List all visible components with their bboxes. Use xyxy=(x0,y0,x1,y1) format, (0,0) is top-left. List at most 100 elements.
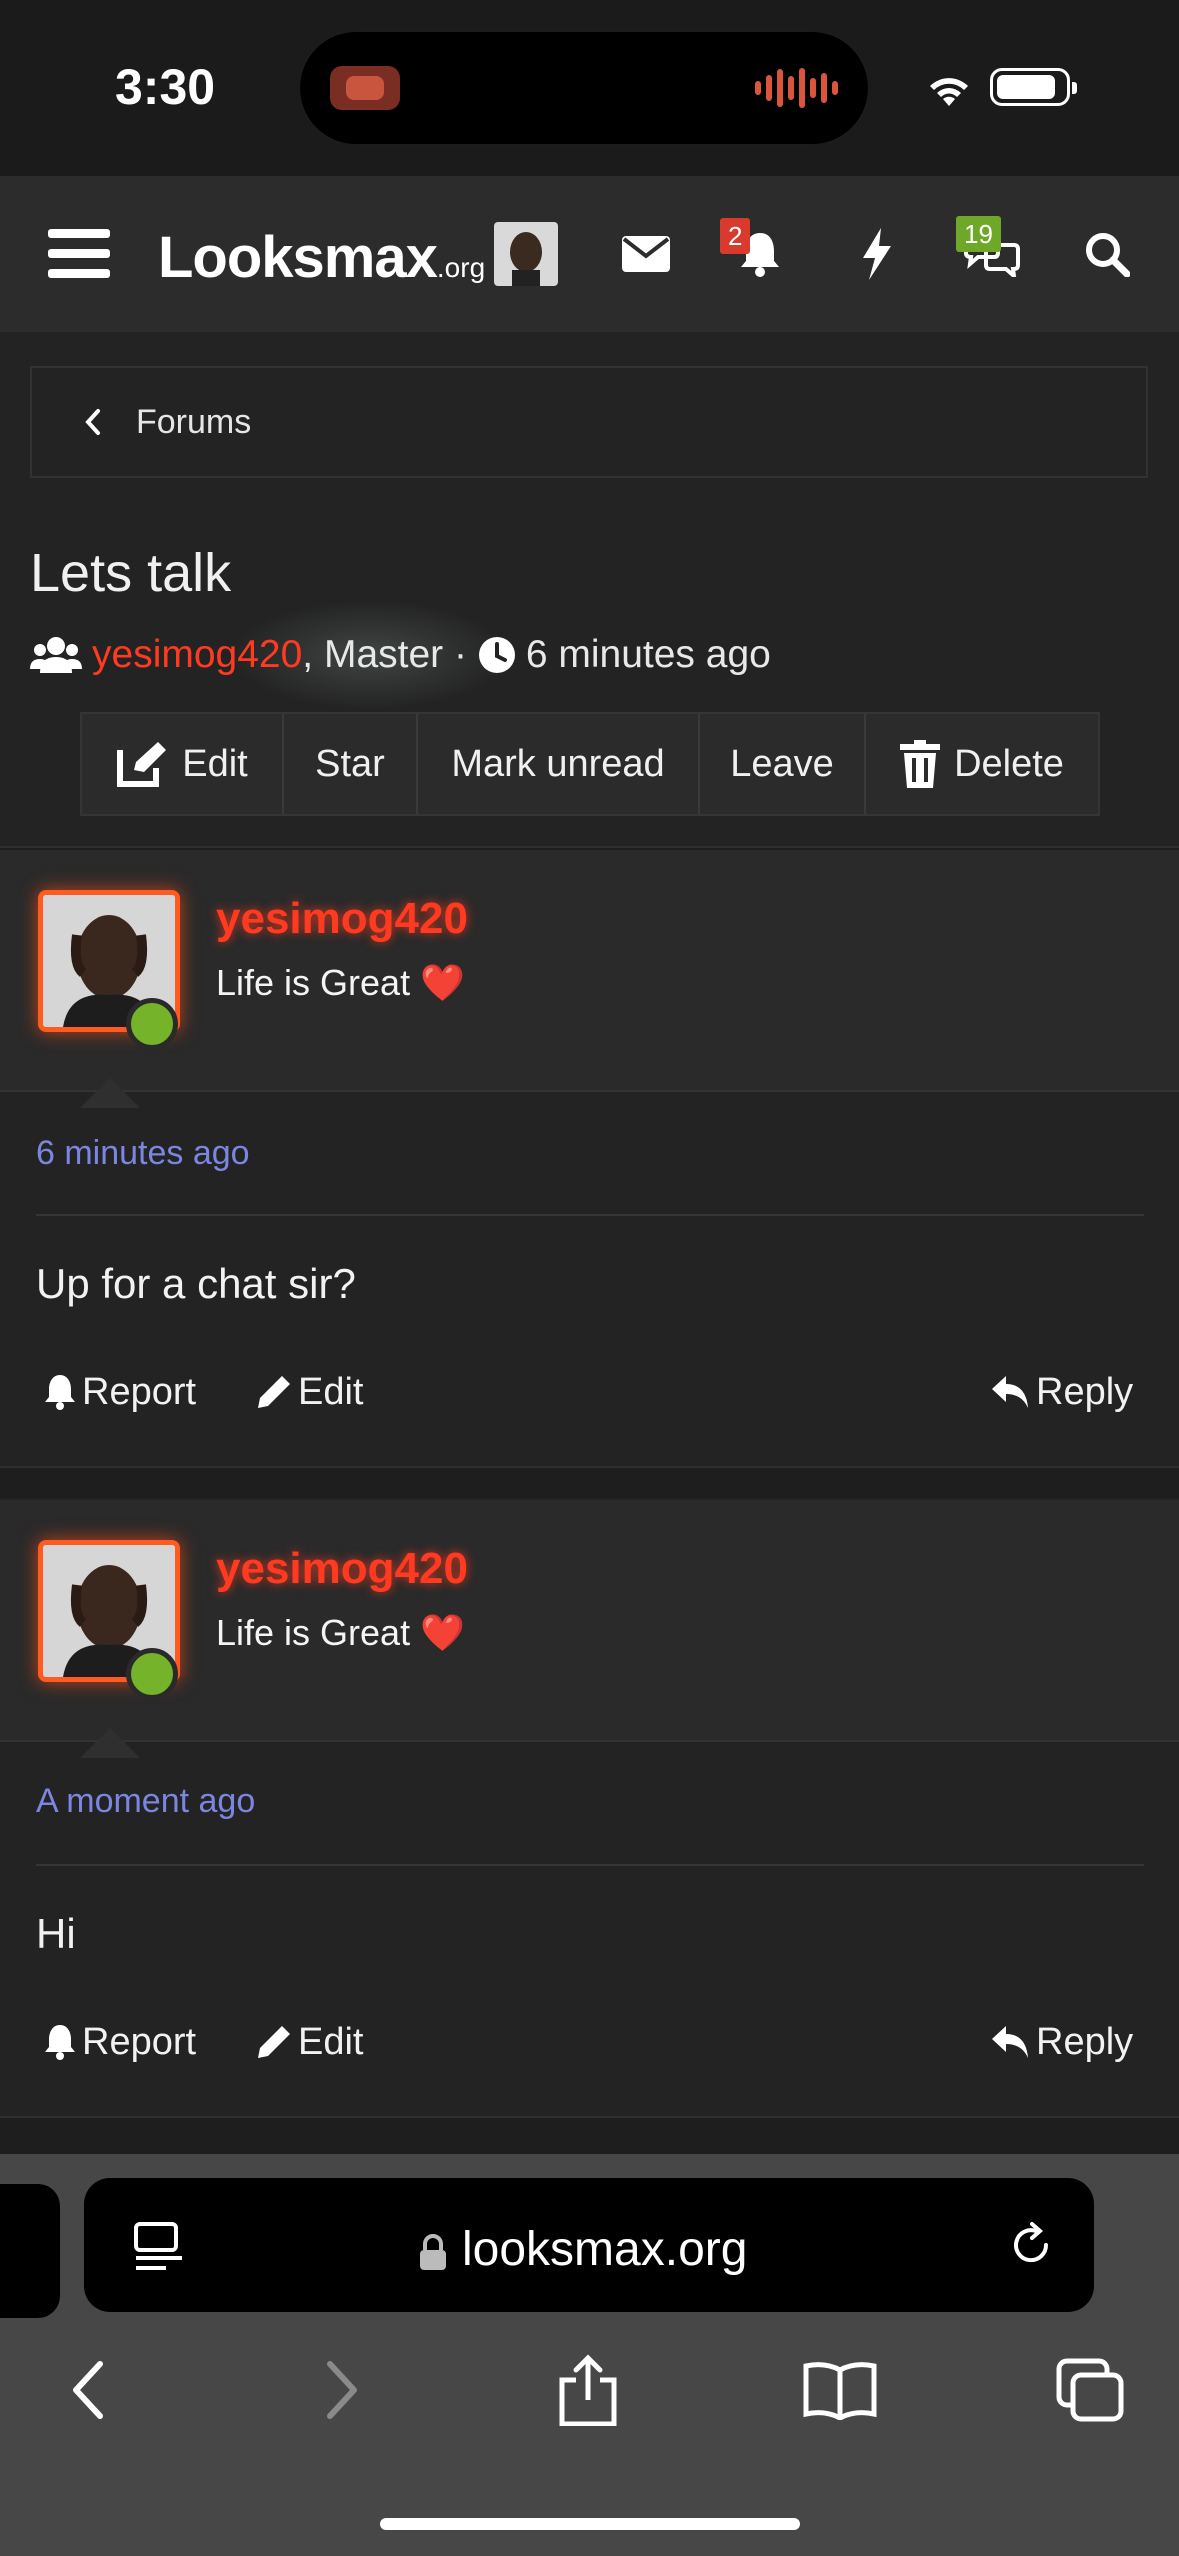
edit-label: Edit xyxy=(298,1370,364,1413)
report-button[interactable]: Report xyxy=(44,1362,196,1422)
edit-label: Edit xyxy=(298,2020,364,2063)
account-avatar[interactable] xyxy=(494,222,558,286)
pencil-icon xyxy=(258,2026,290,2058)
address-bar[interactable]: looksmax.org xyxy=(84,2178,1094,2312)
notifications-bell-icon[interactable] xyxy=(730,176,790,332)
meta-dot: · xyxy=(443,633,478,676)
username[interactable]: yesimog420 xyxy=(216,1544,468,1594)
heart-emoji: ❤️ xyxy=(420,1612,465,1653)
post-pointer xyxy=(80,1078,140,1108)
home-indicator xyxy=(380,2518,800,2530)
logo-text: Looksmax xyxy=(158,225,438,290)
previous-tab-peek[interactable] xyxy=(0,2184,60,2318)
leave-label: Leave xyxy=(730,742,834,785)
post-separator xyxy=(0,2116,1179,2154)
leave-button[interactable]: Leave xyxy=(700,714,866,814)
participants-icon xyxy=(30,637,82,673)
star-button[interactable]: Star xyxy=(284,714,418,814)
heart-emoji: ❤️ xyxy=(420,962,465,1003)
lock-icon xyxy=(420,2234,446,2270)
site-logo[interactable]: Looksmax.org xyxy=(158,224,485,291)
edit-post-button[interactable]: Edit xyxy=(256,2012,363,2072)
edit-post-button[interactable]: Edit xyxy=(256,1362,363,1422)
user-title-text: Life is Great xyxy=(216,1612,411,1653)
thread-time: 6 minutes ago xyxy=(525,633,771,676)
participant-link[interactable]: Master xyxy=(324,633,443,677)
conversations-badge: 19 xyxy=(956,216,1001,252)
edit-icon xyxy=(117,742,167,787)
tabs-icon[interactable] xyxy=(1040,2340,1140,2440)
page-title: Lets talk xyxy=(30,543,232,603)
user-title: Life is Great ❤️ xyxy=(216,1612,465,1654)
thread-actions-bar: Edit Star Mark unread Leave Delete xyxy=(80,712,1100,816)
pencil-icon xyxy=(258,1376,290,1408)
search-icon[interactable] xyxy=(1082,176,1132,332)
participant-link[interactable]: yesimog420 xyxy=(92,633,302,677)
hamburger-menu-icon[interactable] xyxy=(44,176,114,332)
notifications-badge: 2 xyxy=(720,218,751,254)
star-label: Star xyxy=(315,742,385,785)
browser-toolbar: looksmax.org xyxy=(0,2154,1179,2556)
breadcrumb[interactable]: Forums xyxy=(30,366,1148,478)
divider xyxy=(36,1864,1144,1866)
chevron-left-icon xyxy=(85,409,100,435)
online-status-dot xyxy=(126,1648,178,1700)
divider xyxy=(36,1214,1144,1216)
battery-icon xyxy=(990,68,1077,106)
thread-meta: yesimog420 , Master · 6 minutes ago xyxy=(30,630,771,680)
post-body: Up for a chat sir? xyxy=(36,1260,356,1307)
forward-arrow-icon[interactable] xyxy=(292,2340,392,2440)
post-actions: Report Edit Reply xyxy=(40,1362,1140,1422)
reload-icon[interactable] xyxy=(1006,2220,1056,2270)
message-post: yesimog420 Life is Great ❤️ A moment ago… xyxy=(0,1500,1179,2116)
delete-label: Delete xyxy=(954,742,1064,785)
delete-button[interactable]: Delete xyxy=(866,714,1098,814)
logo-suffix: .org xyxy=(436,252,486,283)
reply-label: Reply xyxy=(1036,2020,1134,2063)
conversations-icon[interactable] xyxy=(960,176,1024,332)
post-separator xyxy=(0,1466,1179,1498)
reader-mode-icon[interactable] xyxy=(134,2222,184,2272)
share-icon[interactable] xyxy=(538,2340,638,2440)
post-user-header: yesimog420 Life is Great ❤️ xyxy=(0,850,1179,1108)
edit-thread-button[interactable]: Edit xyxy=(82,714,284,814)
report-label: Report xyxy=(82,2020,197,2063)
clock-icon xyxy=(478,637,515,673)
participant-separator: , xyxy=(302,633,324,676)
reply-button[interactable]: Reply xyxy=(990,1362,1133,1422)
dynamic-island[interactable] xyxy=(298,30,870,146)
online-status-dot xyxy=(126,998,178,1050)
reply-icon xyxy=(992,1376,1028,1408)
mark-unread-label: Mark unread xyxy=(451,742,665,785)
trash-icon xyxy=(900,740,941,788)
bell-icon xyxy=(45,2025,75,2060)
reply-icon xyxy=(992,2026,1028,2058)
reply-button[interactable]: Reply xyxy=(990,2012,1133,2072)
report-label: Report xyxy=(82,1370,197,1413)
post-timestamp[interactable]: A moment ago xyxy=(36,1782,255,1821)
site-navbar: Looksmax.org 2 19 xyxy=(0,176,1179,332)
username[interactable]: yesimog420 xyxy=(216,894,468,944)
audio-waveform-icon xyxy=(755,66,838,110)
mark-unread-button[interactable]: Mark unread xyxy=(418,714,700,814)
breadcrumb-label: Forums xyxy=(136,402,252,441)
post-body: Hi xyxy=(36,1910,76,1957)
post-pointer xyxy=(80,1728,140,1758)
url-text: looksmax.org xyxy=(462,2223,748,2276)
status-bar: 3:30 xyxy=(0,0,1179,176)
now-playing-artwork xyxy=(330,66,400,110)
back-arrow-icon[interactable] xyxy=(38,2340,138,2440)
message-post: yesimog420 Life is Great ❤️ 6 minutes ag… xyxy=(0,850,1179,1466)
whats-new-bolt-icon[interactable] xyxy=(852,176,902,332)
post-timestamp[interactable]: 6 minutes ago xyxy=(36,1134,250,1173)
reply-label: Reply xyxy=(1036,1370,1134,1413)
user-title-text: Life is Great xyxy=(216,962,411,1003)
bookmarks-icon[interactable] xyxy=(790,2340,890,2440)
report-button[interactable]: Report xyxy=(44,2012,196,2072)
status-time: 3:30 xyxy=(115,59,216,115)
edit-label: Edit xyxy=(182,742,248,785)
bell-icon xyxy=(45,1375,75,1410)
post-actions: Report Edit Reply xyxy=(40,2012,1140,2072)
inbox-mail-icon[interactable] xyxy=(616,176,676,332)
post-user-header: yesimog420 Life is Great ❤️ xyxy=(0,1500,1179,1758)
